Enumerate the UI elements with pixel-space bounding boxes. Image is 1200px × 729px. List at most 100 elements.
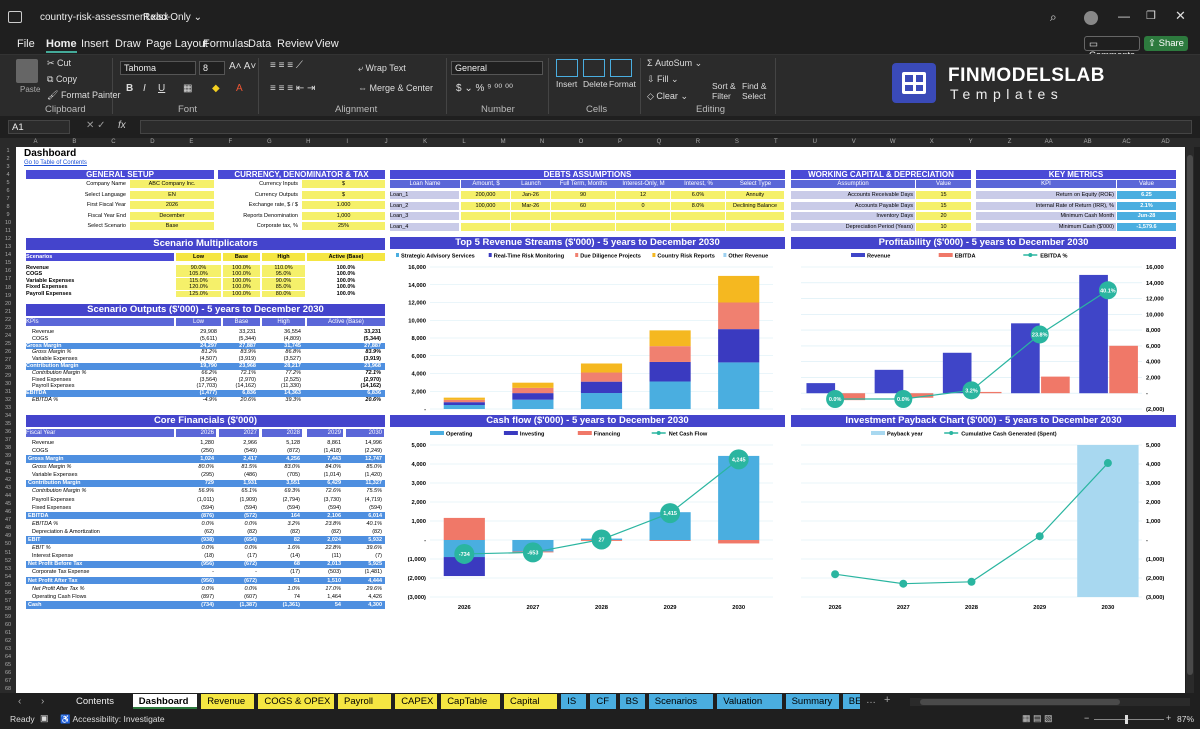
number-format-select[interactable]: General — [451, 61, 543, 75]
row-number[interactable]: 50 — [0, 540, 16, 548]
format-cells-button[interactable]: Format — [609, 79, 636, 89]
debts-cell[interactable]: 60 — [551, 201, 615, 210]
row-number[interactable]: 51 — [0, 549, 16, 557]
row-number[interactable]: 23 — [0, 324, 16, 332]
copy-button[interactable]: ⧉ Copy — [47, 74, 77, 85]
column-letter[interactable]: P — [601, 138, 640, 147]
debts-cell[interactable] — [726, 212, 784, 221]
column-letter[interactable]: Z — [990, 138, 1029, 147]
currency-value[interactable]: $ — [302, 190, 385, 199]
menu-home[interactable]: Home — [46, 38, 77, 53]
row-number[interactable]: 54 — [0, 573, 16, 581]
row-number[interactable]: 8 — [0, 203, 16, 211]
borders-icon[interactable]: ▦ — [183, 83, 192, 94]
cancel-enter-icons[interactable]: ✕ ✓ — [86, 120, 106, 131]
setup-value[interactable]: December — [130, 211, 214, 220]
row-number[interactable]: 27 — [0, 356, 16, 364]
row-number[interactable]: 57 — [0, 597, 16, 605]
column-letter[interactable]: K — [406, 138, 445, 147]
setup-value[interactable]: ABC Company Inc. — [130, 180, 214, 188]
debts-cell[interactable] — [671, 222, 725, 231]
row-number[interactable]: 4 — [0, 171, 16, 179]
row-number[interactable]: 30 — [0, 380, 16, 388]
sheet-tab-capex[interactable]: CAPEX — [395, 694, 438, 709]
fill-color-icon[interactable]: ◆ — [212, 83, 220, 94]
column-letter[interactable]: Y — [951, 138, 990, 147]
delete-cells-icon[interactable] — [583, 59, 605, 77]
font-color-icon[interactable]: A — [236, 83, 243, 94]
scenario-mult-cell[interactable]: 80.0% — [262, 290, 305, 297]
debts-cell[interactable] — [616, 212, 670, 221]
column-letter[interactable]: J — [367, 138, 406, 147]
accessibility-status[interactable]: ♿ Accessibility: Investigate — [60, 714, 165, 725]
clear-button[interactable]: ◇ Clear ⌄ — [647, 91, 688, 102]
sheet-tab-scenarios[interactable]: Scenarios — [648, 694, 714, 709]
row-number[interactable]: 2 — [0, 155, 16, 163]
column-letter[interactable]: G — [250, 138, 289, 147]
row-number[interactable]: 26 — [0, 348, 16, 356]
menu-draw[interactable]: Draw — [115, 38, 141, 50]
scenario-mult-cell[interactable]: 100.0% — [223, 284, 260, 291]
row-number[interactable]: 7 — [0, 195, 16, 203]
row-number[interactable]: 6 — [0, 187, 16, 195]
column-letter[interactable]: F — [211, 138, 250, 147]
row-number[interactable]: 64 — [0, 653, 16, 661]
minimize-icon[interactable]: — — [1118, 9, 1130, 23]
scenario-mult-cell[interactable]: 105.0% — [176, 271, 221, 278]
sheet-tab-contents[interactable]: Contents — [70, 694, 129, 709]
tab-more-icon[interactable]: … — [866, 695, 876, 706]
row-number[interactable]: 40 — [0, 460, 16, 468]
wc-value[interactable]: 15 — [916, 191, 971, 199]
debts-cell[interactable] — [461, 212, 510, 221]
row-number[interactable]: 24 — [0, 332, 16, 340]
debts-cell[interactable] — [551, 212, 615, 221]
row-number[interactable]: 9 — [0, 211, 16, 219]
currency-value[interactable]: $ — [302, 180, 385, 188]
function-icon[interactable]: fx — [118, 120, 126, 131]
menu-formulas[interactable]: Formulas — [203, 38, 249, 50]
wc-value[interactable]: 15 — [916, 201, 971, 210]
row-number[interactable]: 13 — [0, 243, 16, 251]
sheet-tab-revenue[interactable]: Revenue — [201, 694, 255, 709]
debts-cell[interactable]: 12 — [616, 191, 670, 199]
format-cells-icon[interactable] — [610, 59, 632, 77]
row-number[interactable]: 36 — [0, 428, 16, 436]
row-number[interactable]: 66 — [0, 669, 16, 677]
debts-cell[interactable]: 8.0% — [671, 201, 725, 210]
formula-input[interactable] — [140, 120, 1192, 134]
accounting-format-icon[interactable]: $ ⌄ % ⁹ ⁰⁰ ⁰⁰ — [456, 83, 513, 94]
column-letter[interactable]: O — [562, 138, 601, 147]
scenario-mult-cell[interactable]: 125.0% — [176, 290, 221, 297]
row-number[interactable]: 5 — [0, 179, 16, 187]
row-number[interactable]: 34 — [0, 412, 16, 420]
column-letter[interactable]: E — [172, 138, 211, 147]
column-letter[interactable]: AD — [1146, 138, 1185, 147]
tab-prev-icon[interactable]: ‹ — [18, 696, 21, 707]
debts-cell[interactable] — [511, 212, 550, 221]
paste-icon[interactable] — [16, 59, 38, 83]
row-number[interactable]: 43 — [0, 484, 16, 492]
row-number[interactable]: 14 — [0, 251, 16, 259]
row-number[interactable]: 65 — [0, 661, 16, 669]
column-letter[interactable]: U — [795, 138, 834, 147]
wrap-text-button[interactable]: ⤶ Wrap Text — [358, 63, 406, 74]
setup-value[interactable]: Base — [130, 222, 214, 231]
zoom-level[interactable]: 87% — [1177, 714, 1194, 724]
find-select-button[interactable]: Find & Select — [742, 81, 770, 101]
row-number[interactable]: 11 — [0, 227, 16, 235]
row-number[interactable]: 53 — [0, 565, 16, 573]
debts-cell[interactable]: Declining Balance — [726, 201, 784, 210]
row-number[interactable]: 29 — [0, 372, 16, 380]
column-letter[interactable]: W — [873, 138, 912, 147]
scenario-mult-cell[interactable]: 95.0% — [262, 271, 305, 278]
row-number[interactable]: 61 — [0, 629, 16, 637]
column-letter[interactable]: T — [756, 138, 795, 147]
row-number[interactable]: 44 — [0, 492, 16, 500]
debts-cell[interactable]: 6.0% — [671, 191, 725, 199]
sheet-tab-payroll[interactable]: Payroll — [338, 694, 392, 709]
column-letter[interactable]: V — [834, 138, 873, 147]
row-number[interactable]: 48 — [0, 524, 16, 532]
scenario-mult-cell[interactable]: 115.0% — [176, 277, 221, 284]
scenario-mult-cell[interactable]: 100.0% — [223, 290, 260, 297]
wc-value[interactable]: 10 — [916, 222, 971, 231]
